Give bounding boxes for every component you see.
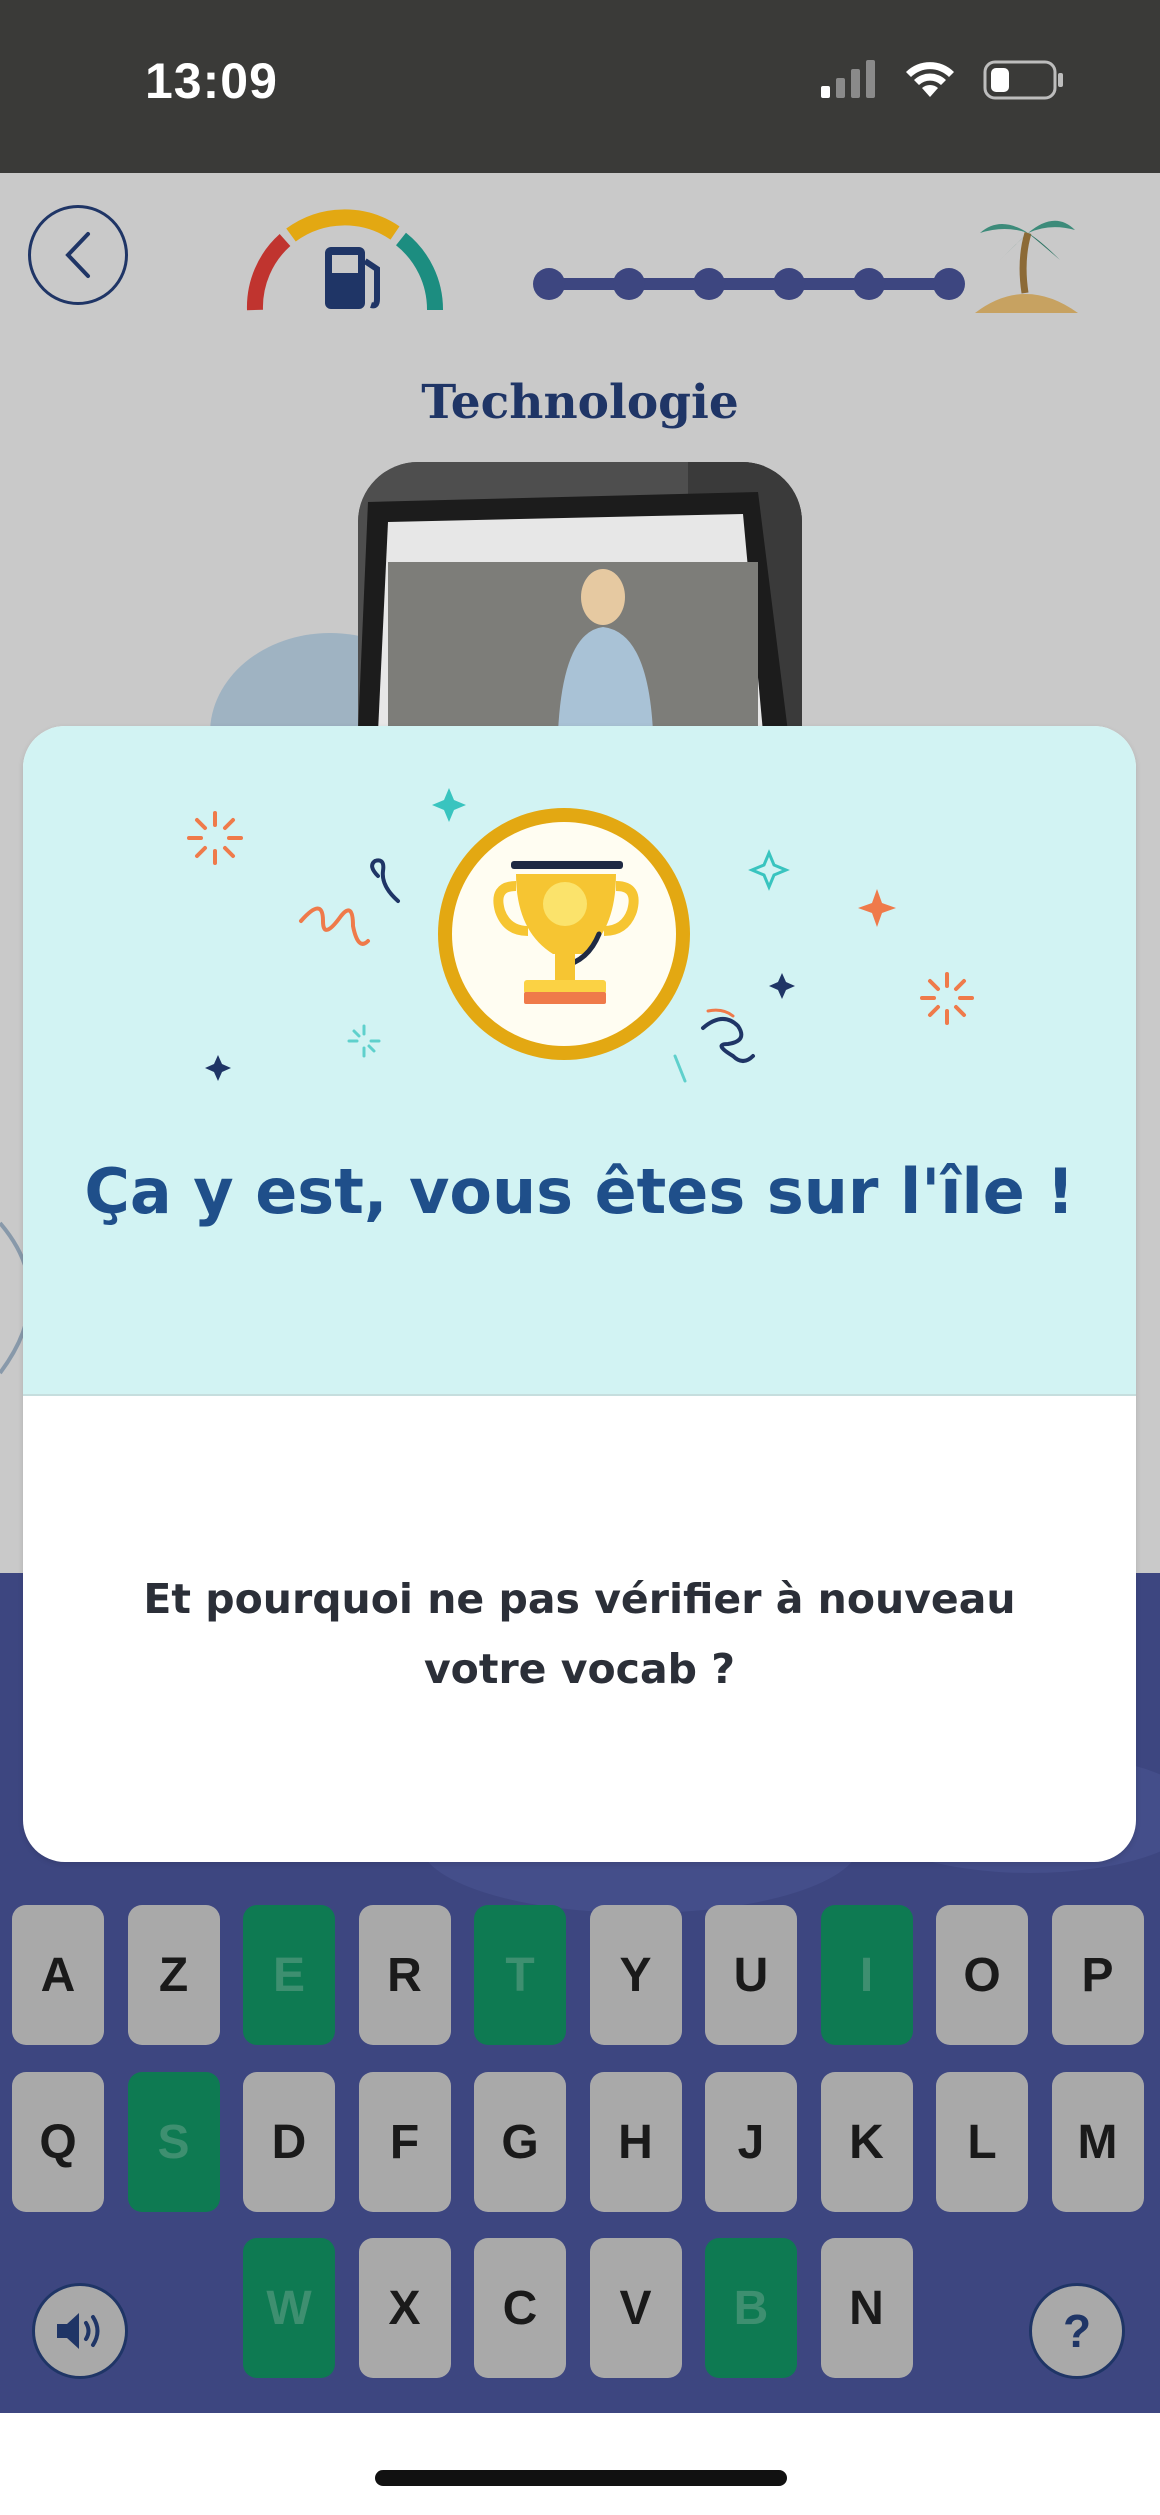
modal-message: Et pourquoi ne pas vérifier à nouveau vo… (143, 1575, 1016, 1693)
modal-header: Ça y est, vous êtes sur l'île ! (23, 726, 1136, 1396)
key-s[interactable]: S (127, 2072, 220, 2212)
key-h[interactable]: H (589, 2072, 682, 2212)
cellular-signal-icon (821, 60, 875, 98)
key-z[interactable]: Z (127, 1905, 220, 2045)
key-l[interactable]: L (936, 2072, 1028, 2212)
key-j[interactable]: J (705, 2072, 797, 2212)
progress-track (533, 268, 965, 300)
key-a[interactable]: A (12, 1905, 104, 2045)
key-c[interactable]: C (474, 2238, 566, 2378)
success-modal: Ça y est, vous êtes sur l'île ! Et pourq… (23, 726, 1136, 1862)
status-bar: 13:09 (0, 0, 1160, 173)
key-v[interactable]: V (589, 2238, 682, 2378)
key-y[interactable]: Y (589, 1905, 682, 2045)
key-p[interactable]: P (1051, 1905, 1144, 2045)
fuel-gauge-icon (246, 209, 444, 311)
key-w[interactable]: W (243, 2238, 335, 2378)
key-e[interactable]: E (243, 1905, 335, 2045)
celebration-illustration (187, 788, 974, 1083)
key-r[interactable]: R (358, 1905, 451, 2045)
key-d[interactable]: D (243, 2072, 335, 2212)
key-o[interactable]: O (936, 1905, 1028, 2045)
chevron-left-icon (65, 232, 90, 278)
key-x[interactable]: X (358, 2238, 451, 2378)
status-time: 13:09 (145, 53, 278, 109)
key-q[interactable]: Q (12, 2072, 104, 2212)
wifi-icon (906, 62, 954, 97)
key-i[interactable]: I (820, 1905, 913, 2045)
topic-image (358, 462, 802, 732)
laptop-photo (358, 462, 802, 732)
speaker-icon (57, 2313, 100, 2349)
key-n[interactable]: N (820, 2238, 913, 2378)
topic-title: Technologie (421, 375, 739, 430)
key-g[interactable]: G (474, 2072, 566, 2212)
key-b[interactable]: B (705, 2238, 797, 2378)
home-area (0, 2413, 1160, 2515)
battery-icon (983, 60, 1063, 100)
key-k[interactable]: K (820, 2072, 913, 2212)
key-m[interactable]: M (1051, 2072, 1144, 2212)
palm-island-icon (975, 220, 1078, 313)
sound-button[interactable] (32, 2283, 128, 2379)
key-t[interactable]: T (474, 1905, 566, 2045)
back-button[interactable] (28, 205, 128, 305)
home-indicator[interactable] (375, 2470, 787, 2486)
modal-title: Ça y est, vous êtes sur l'île ! (84, 1155, 1075, 1228)
status-icons (819, 60, 1065, 100)
help-button[interactable]: ? (1029, 2283, 1125, 2379)
key-f[interactable]: F (358, 2072, 451, 2212)
key-u[interactable]: U (705, 1905, 797, 2045)
